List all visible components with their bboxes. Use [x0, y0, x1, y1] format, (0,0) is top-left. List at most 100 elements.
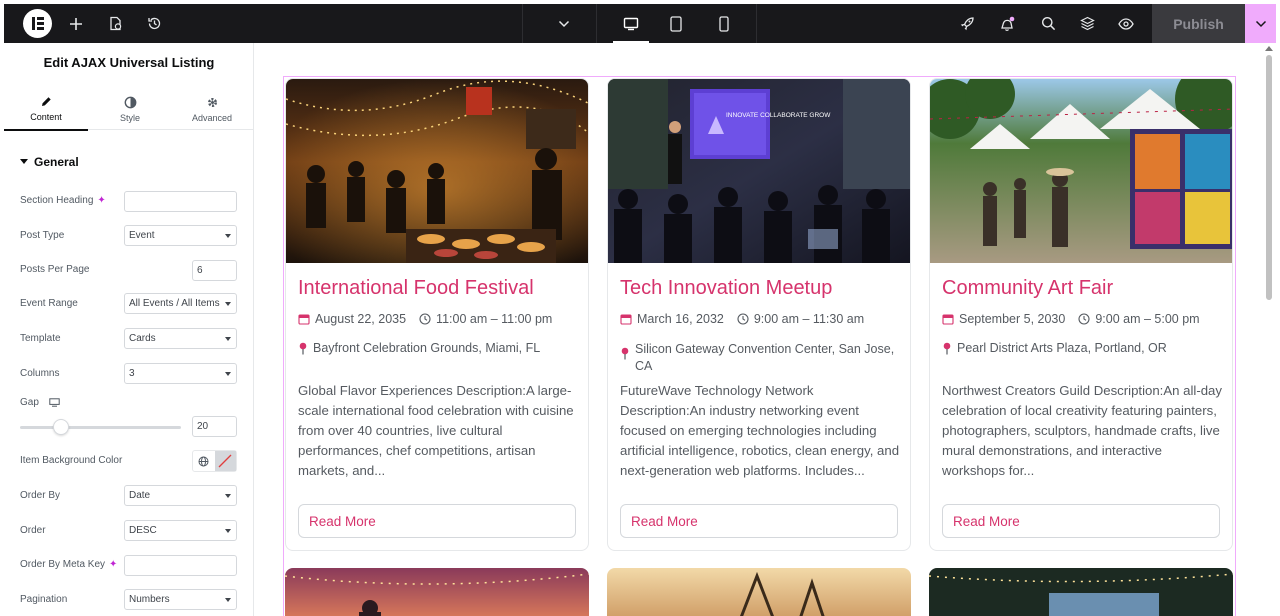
event-image-partial [285, 568, 589, 616]
tab-content-label: Content [30, 112, 62, 122]
event-range-select[interactable]: All Events / All Items [124, 293, 237, 314]
event-title[interactable]: International Food Festival [298, 277, 534, 300]
chevron-down-icon[interactable] [552, 4, 576, 43]
item-bg-color-control [192, 450, 237, 472]
event-time: 9:00 am – 11:30 am [753, 312, 865, 326]
elementor-logo[interactable] [23, 9, 52, 38]
gap-slider-track[interactable] [20, 426, 181, 429]
columns-label: Columns [20, 368, 60, 379]
order-by-label: Order By [20, 490, 61, 501]
tab-style-label: Style [119, 112, 140, 123]
clock-icon [1078, 313, 1090, 325]
event-date: August 22, 2035 [315, 312, 407, 326]
event-card: INNOVATE COLLABORATE GROW Tech Innovatio… [607, 78, 911, 551]
add-element-icon[interactable] [64, 4, 88, 43]
desktop-device-icon[interactable] [49, 398, 60, 407]
event-card: Community Art Fair September 5, 2030 9:0… [929, 78, 1233, 551]
map-pin-icon [299, 342, 307, 355]
columns-select[interactable]: 3 [124, 363, 237, 384]
order-by-meta-label-text: Order By Meta Key [20, 559, 106, 570]
gear-icon [207, 97, 217, 107]
map-pin-icon [943, 342, 951, 355]
event-image-art-fair [930, 79, 1232, 263]
event-range-label: Event Range [20, 298, 78, 309]
pagination-select[interactable]: Numbers [124, 589, 237, 610]
section-general-label: General [34, 155, 79, 169]
history-icon[interactable] [142, 4, 166, 43]
event-location: Bayfront Celebration Grounds, Miami, FL [298, 341, 578, 355]
chevron-down-icon [1255, 20, 1266, 27]
tab-style[interactable]: Style [88, 88, 172, 130]
pencil-icon [42, 97, 51, 106]
globe-icon[interactable] [193, 451, 215, 471]
scroll-up-icon[interactable] [1265, 46, 1273, 51]
template-label: Template [20, 333, 61, 344]
event-time: 11:00 am – 11:00 pm [436, 312, 553, 326]
event-location: Pearl District Arts Plaza, Portland, OR [942, 341, 1222, 355]
clock-icon [737, 313, 749, 325]
section-heading-input[interactable] [124, 191, 237, 212]
publish-button[interactable]: Publish [1152, 4, 1245, 43]
event-description: Global Flavor Experiences Description:A … [298, 383, 574, 478]
calendar-icon [942, 314, 954, 325]
section-heading-label: Section Heading ✦ [20, 195, 106, 206]
layers-icon[interactable] [1075, 4, 1099, 43]
clock-icon [419, 313, 431, 325]
event-datetime: March 16, 2032 9:00 am – 11:30 am [620, 312, 864, 326]
order-by-select[interactable]: Date [124, 485, 237, 506]
search-icon[interactable] [1036, 4, 1060, 43]
ai-sparkle-icon[interactable]: ✦ [109, 559, 117, 570]
section-general-toggle[interactable]: General [20, 155, 79, 169]
gap-slider-handle[interactable] [53, 419, 69, 435]
event-date: March 16, 2032 [637, 312, 724, 326]
tab-advanced-label: Advanced [191, 112, 233, 123]
page-settings-icon[interactable] [103, 4, 127, 43]
desktop-view-icon[interactable] [608, 4, 654, 43]
tablet-view-icon[interactable] [655, 4, 697, 43]
event-title[interactable]: Community Art Fair [942, 277, 1113, 300]
gap-label-text: Gap [20, 397, 39, 408]
event-datetime: September 5, 2030 9:00 am – 5:00 pm [942, 312, 1200, 326]
event-location-text: Silicon Gateway Convention Center, San J… [635, 342, 895, 373]
order-by-meta-label: Order By Meta Key ✦ [20, 559, 117, 570]
posts-per-page-label: Posts Per Page [20, 264, 90, 275]
editor-panel: Edit AJAX Universal Listing Content Styl… [4, 43, 254, 616]
tab-advanced[interactable]: Advanced [170, 88, 254, 130]
event-image-partial [607, 568, 911, 616]
publish-options-button[interactable] [1245, 4, 1276, 43]
ai-sparkle-icon[interactable]: ✦ [97, 195, 105, 206]
gap-input[interactable]: 20 [192, 416, 237, 437]
pagination-label: Pagination [20, 594, 68, 605]
mobile-view-icon[interactable] [703, 4, 745, 43]
preview-scrollbar[interactable] [1266, 55, 1272, 300]
rocket-icon[interactable] [955, 4, 979, 43]
notifications-icon[interactable] [995, 4, 1019, 43]
read-more-button[interactable]: Read More [942, 504, 1220, 538]
color-swatch-empty-icon[interactable] [214, 451, 236, 471]
post-type-select[interactable]: Event [124, 225, 237, 246]
screen-text: INNOVATE COLLABORATE GROW [726, 112, 831, 119]
event-image-tech-meetup: INNOVATE COLLABORATE GROW [608, 79, 910, 263]
calendar-icon [298, 314, 310, 325]
preview-eye-icon[interactable] [1114, 4, 1138, 43]
read-more-button[interactable]: Read More [298, 504, 576, 538]
order-select[interactable]: DESC [124, 520, 237, 541]
caret-down-icon [20, 159, 28, 164]
order-by-meta-input[interactable] [124, 555, 237, 576]
event-title[interactable]: Tech Innovation Meetup [620, 277, 832, 300]
contrast-icon [124, 96, 136, 108]
calendar-icon [620, 314, 632, 325]
tab-content[interactable]: Content [4, 88, 88, 131]
event-location: Silicon Gateway Convention Center, San J… [620, 341, 900, 375]
gap-label: Gap [20, 397, 60, 408]
read-more-button[interactable]: Read More [620, 504, 898, 538]
canvas-preview: International Food Festival August 22, 2… [255, 43, 1265, 616]
event-time: 9:00 am – 5:00 pm [1095, 312, 1200, 326]
posts-per-page-input[interactable]: 6 [192, 260, 237, 281]
map-pin-icon [621, 347, 629, 360]
event-description: Northwest Creators Guild Description:An … [942, 383, 1222, 478]
event-card: International Food Festival August 22, 2… [285, 78, 589, 551]
template-select[interactable]: Cards [124, 328, 237, 349]
event-image-food-festival [286, 79, 588, 263]
event-description: FutureWave Technology Network Descriptio… [620, 383, 900, 478]
